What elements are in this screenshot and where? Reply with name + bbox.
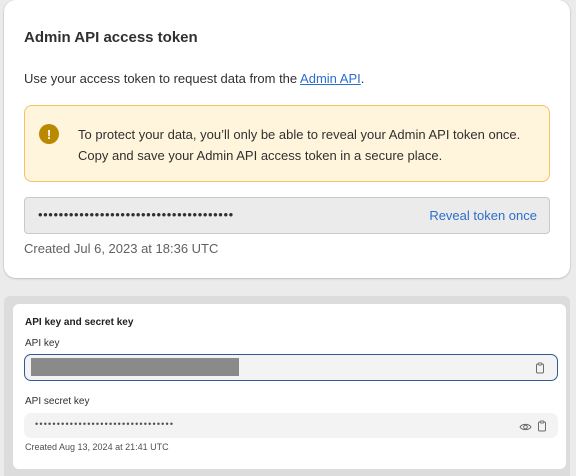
admin-token-card: Admin API access token Use your access t… xyxy=(4,0,570,278)
card-description: Use your access token to request data fr… xyxy=(24,71,364,86)
description-prefix: Use your access token to request data fr… xyxy=(24,71,301,86)
eye-icon[interactable] xyxy=(519,420,532,432)
card-title: Admin API access token xyxy=(24,29,198,46)
api-key-field[interactable] xyxy=(24,354,558,381)
description-suffix: . xyxy=(360,71,365,86)
api-keys-card: API key and secret key API key API secre… xyxy=(13,304,566,469)
warning-message: To protect your data, you’ll only be abl… xyxy=(78,127,521,163)
exclamation-icon: ! xyxy=(39,124,59,144)
clipboard-icon[interactable] xyxy=(534,361,546,374)
token-mask: •••••••••••••••••••••••••••••••••••••• xyxy=(38,207,234,222)
api-secret-key-label: API secret key xyxy=(25,396,90,407)
api-key-redaction xyxy=(31,358,239,376)
reveal-token-button[interactable]: Reveal token once xyxy=(429,208,537,223)
api-secret-key-field: •••••••••••••••••••••••••••••••• xyxy=(24,413,558,438)
clipboard-icon[interactable] xyxy=(536,419,548,432)
admin-api-link[interactable]: Admin API xyxy=(300,71,361,86)
keys-created-date: Created Aug 13, 2024 at 21:41 UTC xyxy=(25,442,169,452)
token-created-date: Created Jul 6, 2023 at 18:36 UTC xyxy=(24,241,219,256)
warning-banner: ! To protect your data, you’ll only be a… xyxy=(24,105,550,182)
access-token-field: •••••••••••••••••••••••••••••••••••••• R… xyxy=(24,197,550,234)
api-key-label: API key xyxy=(25,338,60,349)
secret-key-mask: •••••••••••••••••••••••••••••••• xyxy=(35,419,175,429)
keys-card-title: API key and secret key xyxy=(25,317,134,328)
